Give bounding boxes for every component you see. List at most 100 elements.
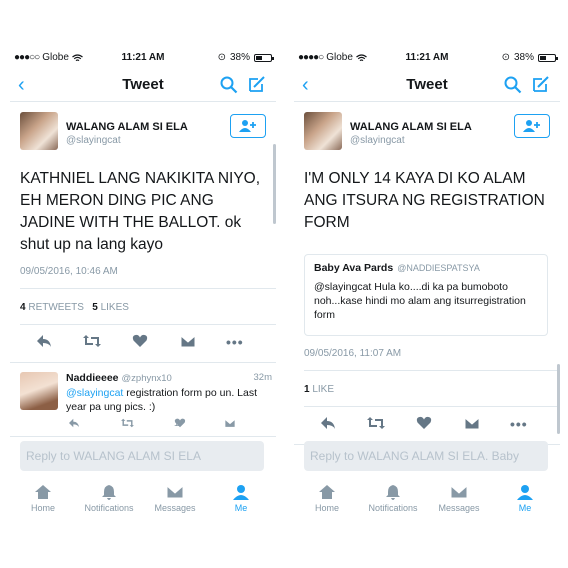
avatar[interactable] (20, 372, 58, 410)
quote-author-name: Baby Ava Pards (314, 262, 394, 274)
retweet-icon[interactable] (366, 416, 386, 430)
reply-tweet[interactable]: Naddieeee @zphynx10 32m @slayingcat regis… (10, 366, 276, 434)
tab-home[interactable]: Home (294, 484, 360, 513)
tab-messages[interactable]: Messages (142, 484, 208, 513)
reply-time: 32m (253, 372, 272, 383)
compose-icon[interactable] (248, 75, 266, 93)
add-user-icon (239, 120, 256, 132)
follow-button[interactable] (230, 114, 266, 138)
home-icon (319, 485, 335, 499)
tab-label: Notifications (368, 503, 418, 513)
author-handle[interactable]: @slayingcat (66, 135, 121, 146)
battery-percent: 38% (229, 52, 250, 63)
dm-icon[interactable] (464, 416, 480, 430)
reply-text: @slayingcat registration form po un. Las… (66, 386, 266, 414)
tweet-timestamp: 09/05/2016, 10:46 AM (20, 266, 118, 277)
heart-icon[interactable]: 1 (174, 418, 189, 428)
more-icon[interactable]: ••• (226, 334, 244, 350)
reply-input[interactable]: Reply to WALANG ALAM SI ELA. Baby (304, 441, 548, 471)
bell-icon (386, 485, 400, 500)
compose-icon[interactable] (532, 75, 550, 93)
retweets-count: 4 (20, 302, 26, 313)
heart-icon[interactable] (416, 416, 432, 430)
tweet-stats[interactable]: 1 LIKE (304, 384, 334, 395)
follow-button[interactable] (514, 114, 550, 138)
heart-icon[interactable] (132, 334, 148, 348)
battery-icon (538, 53, 558, 62)
tab-label: Home (314, 503, 339, 513)
divider (10, 362, 276, 363)
tab-notifications[interactable]: Notifications (360, 484, 426, 513)
tab-messages[interactable]: Messages (426, 484, 492, 513)
tab-notifications[interactable]: Notifications (76, 484, 142, 513)
quote-author: Baby Ava Pards @NADDIESPATSYA (314, 262, 538, 274)
battery-status: ⊙ 38% (217, 52, 274, 63)
status-bar: ●●●●○ Globe 11:21 AM ⊙ 38% (294, 50, 560, 66)
tab-label: Messages (154, 503, 196, 513)
dm-icon[interactable] (224, 418, 236, 428)
more-icon[interactable]: ••• (510, 416, 528, 432)
scrollbar[interactable] (557, 364, 560, 434)
avatar[interactable] (304, 112, 342, 150)
battery-status: ⊙ 38% (501, 52, 558, 63)
likes-count: 5 (92, 302, 98, 313)
tweet-timestamp: 09/05/2016, 11:07 AM (304, 348, 402, 359)
retweet-icon[interactable] (120, 418, 135, 428)
reply-author-handle: @zphynx10 (121, 373, 172, 384)
reply-like-count: 1 (174, 418, 180, 428)
reply-author[interactable]: Naddieeee @zphynx10 (66, 372, 172, 384)
reply-icon[interactable] (36, 334, 52, 348)
rotation-lock-icon: ⊙ (501, 52, 510, 63)
retweets-label: RETWEETS (28, 302, 84, 313)
avatar[interactable] (20, 112, 58, 150)
scrollbar[interactable] (273, 144, 276, 224)
author-name[interactable]: WALANG ALAM SI ELA (350, 121, 472, 133)
tweet-text: I'M ONLY 14 KAYA DI KO ALAM ANG ITSURA N… (304, 170, 545, 231)
retweet-icon[interactable] (82, 334, 102, 348)
person-icon (517, 485, 533, 500)
tab-label: Home (30, 503, 55, 513)
status-bar: ●●●○○ Globe 11:21 AM ⊙ 38% (10, 50, 276, 66)
person-icon (233, 485, 249, 500)
divider (304, 406, 560, 407)
tab-me[interactable]: Me (208, 484, 274, 513)
search-icon[interactable] (220, 76, 238, 94)
reply-icon[interactable] (68, 418, 80, 428)
divider (20, 324, 276, 325)
tab-label: Me (518, 503, 532, 513)
tab-bar: Home Notifications Messages Me (10, 478, 276, 524)
phone-screen-left: ●●●○○ Globe 11:21 AM ⊙ 38% ‹ Tweet WALAN… (10, 44, 276, 524)
reply-author-name: Naddieeee (66, 372, 119, 384)
author-name[interactable]: WALANG ALAM SI ELA (66, 121, 188, 133)
tab-me[interactable]: Me (492, 484, 558, 513)
tweet-stats[interactable]: 4 RETWEETS 5 LIKES (20, 302, 129, 313)
tab-bar: Home Notifications Messages Me (294, 478, 560, 524)
quoted-tweet[interactable]: Baby Ava Pards @NADDIESPATSYA @slayingcat… (304, 254, 548, 336)
battery-percent: 38% (513, 52, 534, 63)
reply-icon[interactable] (320, 416, 336, 430)
search-icon[interactable] (504, 76, 522, 94)
bell-icon (102, 485, 116, 500)
battery-icon (254, 53, 274, 62)
author-handle[interactable]: @slayingcat (350, 135, 405, 146)
add-user-icon (523, 120, 540, 132)
tweet-actions: ••• (294, 416, 560, 438)
likes-label: LIKE (312, 384, 335, 395)
tweet-text: KATHNIEL LANG NAKIKITA NIYO, EH MERON DI… (20, 170, 261, 253)
rotation-lock-icon: ⊙ (217, 52, 226, 63)
tab-home[interactable]: Home (10, 484, 76, 513)
divider (20, 288, 276, 289)
tab-label: Me (234, 503, 248, 513)
envelope-icon (450, 485, 468, 499)
divider (304, 370, 560, 371)
mention-link[interactable]: @slayingcat (66, 387, 123, 399)
divider (10, 436, 276, 437)
likes-label: LIKES (100, 302, 129, 313)
home-icon (35, 485, 51, 499)
dm-icon[interactable] (180, 334, 196, 348)
quote-text: @slayingcat Hula ko....di ka pa bumoboto… (314, 281, 526, 321)
tab-label: Messages (438, 503, 480, 513)
reply-input[interactable]: Reply to WALANG ALAM SI ELA (20, 441, 264, 471)
quote-author-handle: @NADDIESPATSYA (397, 263, 480, 273)
phone-screen-right: ●●●●○ Globe 11:21 AM ⊙ 38% ‹ Tweet WALAN… (294, 44, 560, 524)
